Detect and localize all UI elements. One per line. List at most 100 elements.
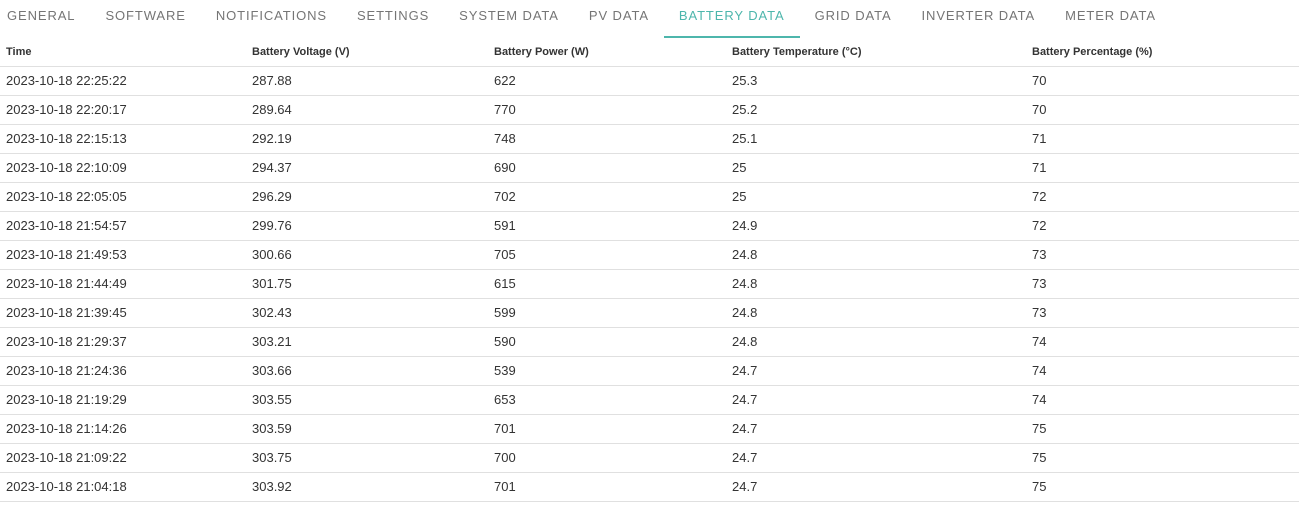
- cell-battery-percentage: 72: [1026, 182, 1299, 212]
- table-header-row: Time Battery Voltage (V) Battery Power (…: [0, 38, 1299, 67]
- table-row: 2023-10-18 21:04:18 303.92 701 24.7 75: [0, 472, 1299, 502]
- table-row: 2023-10-18 22:20:17 289.64 770 25.2 70: [0, 95, 1299, 125]
- tab-software[interactable]: SOFTWARE: [90, 0, 200, 38]
- battery-data-table: Time Battery Voltage (V) Battery Power (…: [0, 38, 1299, 502]
- cell-battery-percentage: 72: [1026, 211, 1299, 241]
- header-battery-temperature: Battery Temperature (°C): [726, 38, 1026, 67]
- cell-time: 2023-10-18 22:20:17: [0, 95, 246, 125]
- cell-battery-voltage: 303.66: [246, 356, 488, 386]
- cell-battery-power: 700: [488, 443, 726, 473]
- cell-time: 2023-10-18 21:54:57: [0, 211, 246, 241]
- header-battery-power: Battery Power (W): [488, 38, 726, 67]
- table-row: 2023-10-18 21:29:37 303.21 590 24.8 74: [0, 327, 1299, 357]
- cell-battery-power: 539: [488, 356, 726, 386]
- tab-settings[interactable]: SETTINGS: [342, 0, 444, 38]
- cell-battery-voltage: 289.64: [246, 95, 488, 125]
- cell-battery-temperature: 25.2: [726, 95, 1026, 125]
- cell-battery-voltage: 303.55: [246, 385, 488, 415]
- cell-battery-power: 615: [488, 269, 726, 299]
- cell-battery-voltage: 303.21: [246, 327, 488, 357]
- cell-battery-temperature: 25: [726, 153, 1026, 183]
- cell-battery-percentage: 73: [1026, 240, 1299, 270]
- cell-time: 2023-10-18 21:29:37: [0, 327, 246, 357]
- cell-battery-power: 705: [488, 240, 726, 270]
- table-row: 2023-10-18 21:54:57 299.76 591 24.9 72: [0, 211, 1299, 241]
- cell-battery-power: 599: [488, 298, 726, 328]
- cell-battery-percentage: 73: [1026, 298, 1299, 328]
- table-row: 2023-10-18 21:19:29 303.55 653 24.7 74: [0, 385, 1299, 415]
- cell-battery-voltage: 287.88: [246, 66, 488, 96]
- tab-pv-data[interactable]: PV DATA: [574, 0, 664, 38]
- cell-battery-voltage: 294.37: [246, 153, 488, 183]
- cell-battery-power: 622: [488, 66, 726, 96]
- cell-battery-temperature: 24.8: [726, 240, 1026, 270]
- table-row: 2023-10-18 21:44:49 301.75 615 24.8 73: [0, 269, 1299, 299]
- cell-battery-power: 701: [488, 472, 726, 502]
- cell-battery-voltage: 300.66: [246, 240, 488, 270]
- cell-battery-percentage: 70: [1026, 95, 1299, 125]
- cell-battery-temperature: 25.1: [726, 124, 1026, 154]
- cell-time: 2023-10-18 21:04:18: [0, 472, 246, 502]
- cell-battery-power: 590: [488, 327, 726, 357]
- table-row: 2023-10-18 21:24:36 303.66 539 24.7 74: [0, 356, 1299, 386]
- table-row: 2023-10-18 22:10:09 294.37 690 25 71: [0, 153, 1299, 183]
- tab-bar: GENERAL SOFTWARE NOTIFICATIONS SETTINGS …: [0, 0, 1299, 38]
- cell-battery-voltage: 302.43: [246, 298, 488, 328]
- table-row: 2023-10-18 21:14:26 303.59 701 24.7 75: [0, 414, 1299, 444]
- cell-battery-temperature: 24.7: [726, 356, 1026, 386]
- cell-battery-temperature: 25.3: [726, 66, 1026, 96]
- tab-battery-data[interactable]: BATTERY DATA: [663, 0, 800, 38]
- cell-battery-voltage: 292.19: [246, 124, 488, 154]
- cell-battery-power: 653: [488, 385, 726, 415]
- cell-battery-temperature: 24.8: [726, 269, 1026, 299]
- cell-battery-power: 690: [488, 153, 726, 183]
- cell-battery-voltage: 303.92: [246, 472, 488, 502]
- tab-system-data[interactable]: SYSTEM DATA: [444, 0, 574, 38]
- cell-time: 2023-10-18 21:09:22: [0, 443, 246, 473]
- header-battery-percentage: Battery Percentage (%): [1026, 38, 1299, 67]
- cell-time: 2023-10-18 22:05:05: [0, 182, 246, 212]
- cell-battery-power: 702: [488, 182, 726, 212]
- cell-battery-voltage: 301.75: [246, 269, 488, 299]
- cell-battery-voltage: 303.59: [246, 414, 488, 444]
- cell-battery-percentage: 71: [1026, 153, 1299, 183]
- cell-battery-power: 701: [488, 414, 726, 444]
- table-row: 2023-10-18 22:25:22 287.88 622 25.3 70: [0, 66, 1299, 96]
- header-time: Time: [0, 38, 246, 67]
- table-body: 2023-10-18 22:25:22 287.88 622 25.3 70 2023-1…: [0, 66, 1299, 502]
- cell-battery-percentage: 70: [1026, 66, 1299, 96]
- cell-time: 2023-10-18 21:24:36: [0, 356, 246, 386]
- cell-battery-power: 748: [488, 124, 726, 154]
- tab-notifications[interactable]: NOTIFICATIONS: [201, 0, 342, 38]
- cell-battery-temperature: 24.7: [726, 414, 1026, 444]
- cell-time: 2023-10-18 22:10:09: [0, 153, 246, 183]
- cell-time: 2023-10-18 21:49:53: [0, 240, 246, 270]
- cell-battery-percentage: 74: [1026, 327, 1299, 357]
- tab-meter-data[interactable]: METER DATA: [1050, 0, 1171, 38]
- cell-battery-percentage: 73: [1026, 269, 1299, 299]
- cell-battery-percentage: 71: [1026, 124, 1299, 154]
- cell-battery-percentage: 74: [1026, 385, 1299, 415]
- cell-battery-percentage: 75: [1026, 443, 1299, 473]
- tab-general[interactable]: GENERAL: [0, 0, 90, 38]
- cell-battery-voltage: 296.29: [246, 182, 488, 212]
- cell-battery-temperature: 25: [726, 182, 1026, 212]
- cell-battery-temperature: 24.8: [726, 298, 1026, 328]
- table-row: 2023-10-18 22:05:05 296.29 702 25 72: [0, 182, 1299, 212]
- cell-battery-temperature: 24.7: [726, 443, 1026, 473]
- cell-battery-power: 770: [488, 95, 726, 125]
- cell-time: 2023-10-18 21:19:29: [0, 385, 246, 415]
- tab-grid-data[interactable]: GRID DATA: [800, 0, 907, 38]
- cell-time: 2023-10-18 22:15:13: [0, 124, 246, 154]
- table-row: 2023-10-18 21:49:53 300.66 705 24.8 73: [0, 240, 1299, 270]
- cell-battery-power: 591: [488, 211, 726, 241]
- tab-inverter-data[interactable]: INVERTER DATA: [907, 0, 1051, 38]
- header-battery-voltage: Battery Voltage (V): [246, 38, 488, 67]
- cell-time: 2023-10-18 21:39:45: [0, 298, 246, 328]
- cell-battery-temperature: 24.8: [726, 327, 1026, 357]
- cell-battery-temperature: 24.9: [726, 211, 1026, 241]
- cell-time: 2023-10-18 22:25:22: [0, 66, 246, 96]
- cell-battery-percentage: 74: [1026, 356, 1299, 386]
- table-row: 2023-10-18 21:39:45 302.43 599 24.8 73: [0, 298, 1299, 328]
- cell-battery-temperature: 24.7: [726, 385, 1026, 415]
